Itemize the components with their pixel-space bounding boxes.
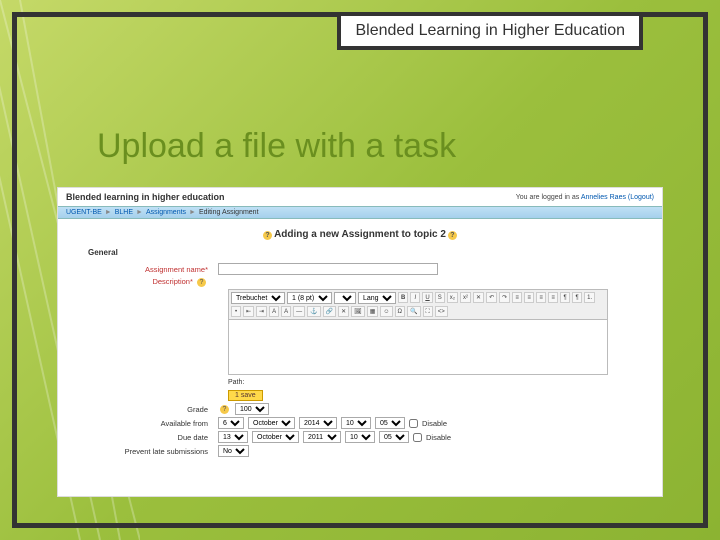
row-due-date: Due date 13 October 2011 10 05 Disable	[58, 431, 662, 443]
login-prefix: You are logged in as	[516, 194, 581, 201]
heading-select[interactable]	[334, 292, 356, 304]
breadcrumb-sep: ►	[105, 209, 112, 216]
outdent-button[interactable]: ⇤	[243, 306, 254, 317]
slide-frame: Blended Learning in Higher Education Upl…	[12, 12, 708, 528]
user-link[interactable]: Annelies Raes	[581, 194, 626, 201]
label-assignment-name: Assignment name*	[58, 265, 218, 274]
bg-color-button[interactable]: A	[281, 306, 291, 317]
clean-button[interactable]: ✕	[473, 292, 484, 303]
label-grade: Grade	[58, 405, 218, 414]
breadcrumb-current: Editing Assignment	[199, 209, 259, 216]
slide: Blended Learning in Higher Education Upl…	[0, 0, 720, 540]
course-title: Blended learning in higher education	[66, 192, 225, 202]
underline-button[interactable]: U	[422, 292, 432, 303]
row-available-from: Available from 6 October 2014 10 05 Disa…	[58, 417, 662, 429]
anchor-button[interactable]: ⚓	[307, 306, 320, 317]
align-left-button[interactable]: ≡	[512, 292, 522, 303]
due-year-select[interactable]: 2011	[303, 431, 341, 443]
login-status: You are logged in as Annelies Raes (Logo…	[516, 194, 654, 201]
ltr-button[interactable]: ¶	[560, 292, 570, 303]
page-title: Upload a file with a task	[97, 127, 456, 166]
row-prevent-late: Prevent late submissions No	[58, 445, 662, 457]
avail-day-select[interactable]: 6	[218, 417, 244, 429]
indent-button[interactable]: ⇥	[256, 306, 267, 317]
table-button[interactable]: ▦	[367, 306, 379, 317]
unlink-button[interactable]: ✕	[338, 306, 349, 317]
help-icon[interactable]: ?	[448, 231, 457, 240]
editor-textarea[interactable]	[228, 320, 608, 375]
assignment-name-input[interactable]	[218, 263, 438, 275]
redo-button[interactable]: ↷	[499, 292, 510, 303]
text-color-button[interactable]: A	[269, 306, 279, 317]
avail-disable-label: Disable	[422, 419, 447, 428]
title-box: Blended Learning in Higher Education	[337, 12, 643, 50]
align-justify-button[interactable]: ≡	[548, 292, 558, 303]
list-ol-button[interactable]: 1.	[584, 292, 595, 303]
char-button[interactable]: Ω	[395, 306, 406, 317]
help-icon[interactable]: ?	[197, 278, 206, 287]
row-description: Description* ?	[58, 277, 662, 287]
emoji-button[interactable]: ☺	[380, 306, 392, 317]
form-title: ?Adding a new Assignment to topic 2?	[58, 229, 662, 240]
logout-link[interactable]: (Logout)	[626, 194, 654, 201]
lang-select[interactable]: Lang	[358, 292, 396, 304]
avail-hour-select[interactable]: 10	[341, 417, 371, 429]
help-icon[interactable]: ?	[220, 405, 229, 414]
form-title-text: Adding a new Assignment to topic 2	[274, 229, 446, 240]
row-assignment-name: Assignment name*	[58, 263, 662, 275]
fullscreen-button[interactable]: ⛶	[423, 306, 433, 317]
rich-text-editor: Trebuchet 1 (8 pt) Lang B I U S x₂ x² ✕ …	[228, 289, 608, 375]
row-grade: Grade ? 100	[58, 403, 662, 415]
list-ul-button[interactable]: •	[231, 306, 241, 317]
avail-disable-checkbox[interactable]	[409, 419, 418, 428]
label-description-text: Description*	[152, 277, 192, 286]
due-disable-checkbox[interactable]	[413, 433, 422, 442]
label-description: Description* ?	[58, 277, 218, 287]
italic-button[interactable]: I	[410, 292, 420, 303]
due-disable-label: Disable	[426, 433, 451, 442]
label-available-from: Available from	[58, 419, 218, 428]
font-family-select[interactable]: Trebuchet	[231, 292, 285, 304]
editor-toolbar: Trebuchet 1 (8 pt) Lang B I U S x₂ x² ✕ …	[228, 289, 608, 320]
label-prevent-late: Prevent late submissions	[58, 447, 218, 456]
source-button[interactable]: <>	[435, 306, 448, 317]
avail-month-select[interactable]: October	[248, 417, 295, 429]
breadcrumb-item[interactable]: UGENT-BE	[66, 209, 102, 216]
undo-button[interactable]: ↶	[486, 292, 497, 303]
due-month-select[interactable]: October	[252, 431, 299, 443]
link-button[interactable]: 🔗	[323, 306, 336, 317]
breadcrumb-item[interactable]: BLHE	[115, 209, 133, 216]
due-day-select[interactable]: 13	[218, 431, 248, 443]
due-min-select[interactable]: 05	[379, 431, 409, 443]
path-label: Path:	[228, 379, 244, 386]
due-hour-select[interactable]: 10	[345, 431, 375, 443]
screenshot-panel: Blended learning in higher education You…	[57, 187, 663, 497]
avail-year-select[interactable]: 2014	[299, 417, 337, 429]
image-button[interactable]: 🖼	[351, 306, 365, 317]
avail-min-select[interactable]: 05	[375, 417, 405, 429]
grade-select[interactable]: 100	[235, 403, 269, 415]
search-button[interactable]: 🔍	[407, 306, 420, 317]
align-right-button[interactable]: ≡	[536, 292, 546, 303]
help-icon[interactable]: ?	[263, 231, 272, 240]
sup-button[interactable]: x²	[460, 292, 471, 303]
breadcrumb-item[interactable]: Assignments	[146, 209, 186, 216]
bold-button[interactable]: B	[398, 292, 408, 303]
breadcrumb-sep: ►	[136, 209, 143, 216]
align-center-button[interactable]: ≡	[524, 292, 534, 303]
strike-button[interactable]: S	[435, 292, 445, 303]
editor-path-row: Path:	[228, 379, 662, 386]
fieldset-general: General	[88, 248, 662, 257]
rtl-button[interactable]: ¶	[572, 292, 582, 303]
save-row: 1 save	[228, 390, 662, 401]
save-button[interactable]: 1 save	[228, 390, 263, 401]
label-due-date: Due date	[58, 433, 218, 442]
breadcrumb: UGENT-BE►BLHE►Assignments►Editing Assign…	[58, 206, 662, 219]
prevent-late-select[interactable]: No	[218, 445, 249, 457]
screenshot-header: Blended learning in higher education You…	[58, 188, 662, 206]
breadcrumb-sep: ►	[189, 209, 196, 216]
hr-button[interactable]: —	[293, 306, 305, 317]
sub-button[interactable]: x₂	[447, 292, 458, 303]
font-size-select[interactable]: 1 (8 pt)	[287, 292, 332, 304]
